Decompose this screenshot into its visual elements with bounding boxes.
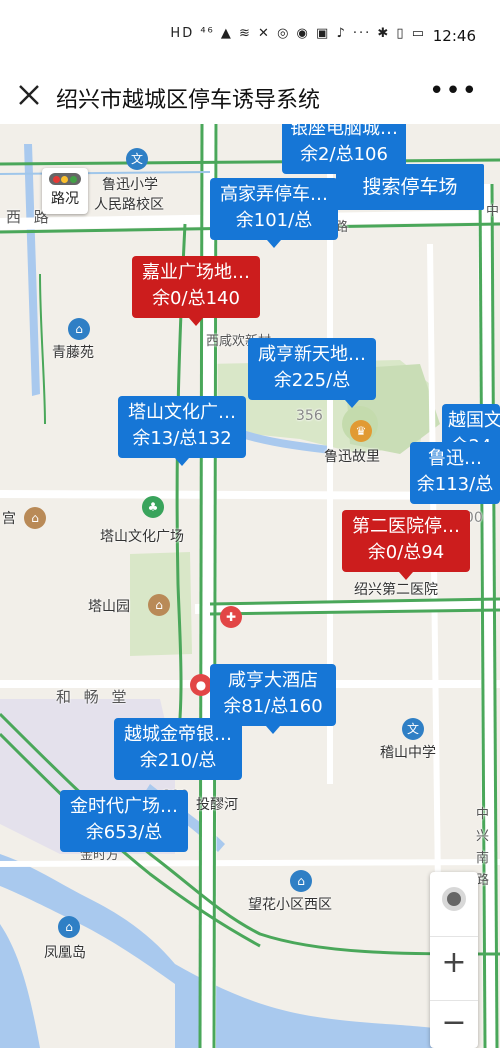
marker-pointer	[345, 400, 359, 408]
map-view[interactable]: 文 文 ⌂ ♛ ⌂ ⌂ ♣ ✚ ● ⌂ ⌂ 鲁迅小学 人民路校区 西 路 青藤苑…	[0, 124, 500, 1048]
parking-marker[interactable]: 嘉业广场地… 余0/总140	[132, 256, 260, 318]
scenic-spot-icon: ♛	[350, 420, 372, 442]
status-icons: HD ⁴⁶ ▲ ≋ ✕ ◎ ◉ ▣ ♪ ··· ✱ ▯ ▭	[170, 26, 426, 41]
status-bar: HD ⁴⁶ ▲ ≋ ✕ ◎ ◉ ▣ ♪ ··· ✱ ▯ ▭ 12:46	[0, 0, 500, 70]
parking-marker[interactable]: 塔山文化广… 余13/总132	[118, 396, 246, 458]
map-label-second-hospital: 绍兴第二医院	[354, 582, 438, 598]
map-label-fenghuang: 凤凰岛	[44, 945, 86, 961]
residential-icon: ⌂	[290, 870, 312, 892]
marker-pointer	[175, 458, 189, 466]
more-menu-button[interactable]: •••	[429, 76, 478, 106]
traffic-label: 路况	[51, 191, 79, 207]
locate-button[interactable]	[430, 872, 478, 928]
map-label-luxun-school-campus: 人民路校区	[94, 197, 164, 213]
map-label-wanghua: 望花小区西区	[248, 897, 332, 913]
map-label-tashan-park: 塔山园	[88, 599, 130, 615]
residential-icon: ⌂	[58, 916, 80, 938]
traffic-light-icon	[49, 173, 81, 185]
parking-marker[interactable]: 咸亨大酒店 余81/总160	[210, 664, 336, 726]
search-parking-button[interactable]: 搜索停车场	[336, 164, 484, 210]
zoom-in-button[interactable]: +	[430, 936, 478, 988]
page-title: 绍兴市越城区停车诱导系统	[56, 88, 321, 113]
marker-pointer	[189, 318, 203, 326]
map-label-zhongxing-road: 中 兴 南 路	[476, 807, 490, 888]
parking-marker[interactable]: 第二医院停… 余0/总94	[342, 510, 470, 572]
map-label-qingteng: 青藤苑	[52, 345, 94, 361]
hospital-icon: ✚	[220, 606, 242, 628]
hotel-icon: ●	[190, 674, 212, 696]
marker-pointer	[399, 572, 413, 580]
parking-marker[interactable]: 鲁迅… 余113/总	[410, 442, 500, 504]
park-gate-icon: ⌂	[148, 594, 170, 616]
zoom-out-button[interactable]: −	[430, 1000, 478, 1048]
parking-marker[interactable]: 高家弄停车… 余101/总	[210, 178, 338, 240]
park-icon: ♣	[142, 496, 164, 518]
marker-pointer	[267, 240, 281, 248]
map-label-tou-lao-he: 投醪河	[196, 797, 238, 813]
title-bar: 绍兴市越城区停车诱导系统 •••	[0, 70, 500, 124]
map-label-gong: 宫	[2, 511, 16, 527]
map-label-luxun-guli: 鲁迅故里	[324, 449, 380, 465]
map-label-luxun-school: 鲁迅小学	[102, 177, 158, 193]
map-label-road-number: 356	[296, 408, 323, 424]
map-controls: + −	[430, 872, 478, 1048]
school-icon: 文	[126, 148, 148, 170]
parking-marker[interactable]: 咸亨新天地… 余225/总	[248, 338, 376, 400]
parking-marker[interactable]: 越城金帝银… 余210/总	[114, 718, 242, 780]
map-label-road: 中	[486, 204, 500, 219]
residential-icon: ⌂	[68, 318, 90, 340]
parking-marker[interactable]: 金时代广场… 余653/总	[60, 790, 188, 852]
map-label-hechang: 和 畅 堂	[56, 688, 131, 706]
traffic-toggle-button[interactable]: 路况	[42, 168, 88, 214]
status-time: 12:46	[432, 27, 476, 45]
map-label-tashan-square: 塔山文化广场	[100, 529, 184, 545]
marker-pointer	[266, 726, 280, 734]
map-label-jishan-school: 稽山中学	[380, 745, 436, 761]
close-icon[interactable]	[16, 82, 42, 108]
school-icon: 文	[402, 718, 424, 740]
temple-icon: ⌂	[24, 507, 46, 529]
locate-icon	[442, 887, 466, 911]
